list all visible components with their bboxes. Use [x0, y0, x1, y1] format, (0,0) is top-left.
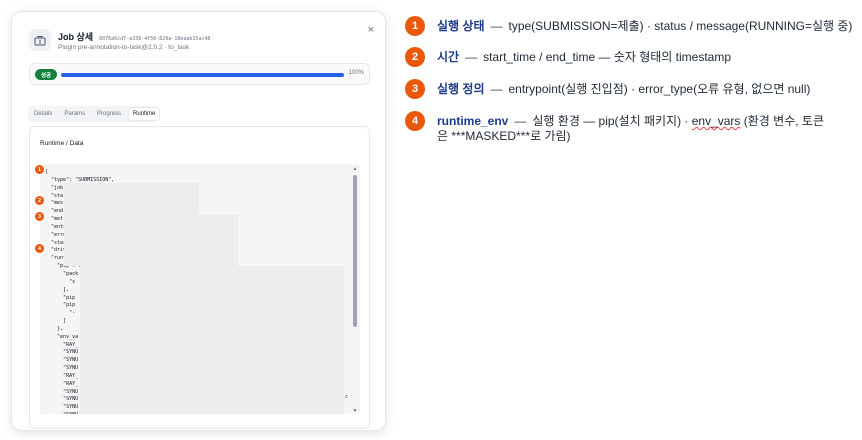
progress-panel: 성공 100%: [29, 63, 370, 85]
scrollbar-thumb[interactable]: [353, 175, 357, 327]
legend-number: 1: [405, 16, 425, 36]
tab-runtime[interactable]: Runtime: [128, 107, 161, 121]
scroll-down-icon[interactable]: ▼: [352, 408, 358, 414]
marker-4: 4: [35, 244, 44, 253]
legend-sep: —: [465, 50, 478, 64]
legend-desc: 실행 환경 — pip(설치 패키지) ·: [532, 114, 692, 128]
legend-key: 실행 상태: [437, 19, 485, 33]
legend-key: 실행 정의: [437, 82, 485, 96]
legend-item-1: 1 실행 상태 — type(SUBMISSION=제출) · status / m…: [405, 16, 852, 36]
runtime-section: Runtime / Data { "type": "SUBMISSION", "…: [29, 126, 370, 429]
scrollbar[interactable]: ▲ ▼: [352, 166, 358, 414]
legend-number: 2: [405, 47, 425, 67]
legend-item-3: 3 실행 정의 — entrypoint(실행 진입점) · error_type(…: [405, 79, 810, 99]
marker-3: 3: [35, 212, 44, 221]
close-icon[interactable]: ×: [368, 24, 374, 36]
legend-text: runtime_env — 실행 환경 — pip(설치 패키지) · env_va…: [437, 111, 835, 144]
legend-text: 실행 정의 — entrypoint(실행 진입점) · error_type(오류…: [437, 79, 810, 97]
legend-text: 실행 상태 — type(SUBMISSION=제출) · status / mes…: [437, 16, 852, 34]
legend-sep: —: [490, 82, 503, 96]
legend-number: 3: [405, 79, 425, 99]
status-badge: 성공: [35, 69, 58, 80]
modal-title-row: Job 상세 8076a6cd7-a338-4f56-829a-18eaab15…: [58, 30, 210, 43]
tab-progress[interactable]: Progress: [92, 107, 126, 121]
legend-item-2: 2 시간 — start_time / end_time — 숫자 형태의 time…: [405, 47, 731, 67]
section-title: Runtime / Data: [40, 140, 84, 147]
modal-subtitle: Plugin pre-annotation-to-task@2.0.2 · to…: [58, 44, 190, 51]
marker-2: 2: [35, 196, 44, 205]
legend-desc: type(SUBMISSION=제출) · status / message(R…: [508, 19, 853, 33]
legend-number: 4: [405, 111, 425, 131]
tab-params[interactable]: Params: [59, 107, 90, 121]
legend-key: 시간: [437, 50, 460, 64]
masked-region: [80, 266, 344, 414]
masked-region: [64, 183, 199, 215]
legend-text: 시간 — start_time / end_time — 숫자 형태의 timest…: [437, 47, 731, 65]
progress-bar: [61, 73, 344, 77]
masked-region: [64, 215, 238, 266]
job-detail-modal: Job 상세 8076a6cd7-a338-4f56-829a-18eaab15…: [11, 11, 386, 431]
progress-bar-fill: [61, 73, 344, 77]
modal-title: Job 상세: [58, 32, 94, 42]
trailing-glyph: c: [344, 394, 348, 400]
tab-bar: Details Params Progress Runtime: [29, 107, 161, 121]
legend-sep: —: [514, 114, 527, 128]
briefcase-icon: [29, 29, 51, 51]
code-line: {: [45, 169, 49, 175]
tab-details[interactable]: Details: [29, 107, 57, 121]
legend-desc: entrypoint(실행 진입점) · error_type(오류 유형, 없…: [508, 82, 811, 96]
legend-desc-env-vars: env_vars: [691, 114, 741, 128]
legend-sep: —: [490, 19, 503, 33]
marker-1: 1: [35, 165, 44, 174]
legend-item-4: 4 runtime_env — 실행 환경 — pip(설치 패키지) · env_…: [405, 111, 835, 144]
scroll-up-icon[interactable]: ▲: [352, 166, 358, 172]
legend-desc: start_time / end_time — 숫자 형태의 timestamp: [483, 50, 732, 64]
job-id: 8076a6cd7-a338-4f56-829a-18eaab15ac48: [99, 36, 211, 42]
progress-percent: 100%: [348, 70, 364, 76]
legend-key: runtime_env: [437, 114, 509, 128]
runtime-json-viewer[interactable]: { "type": "SUBMISSION", "job "sta "mes "…: [40, 164, 360, 414]
